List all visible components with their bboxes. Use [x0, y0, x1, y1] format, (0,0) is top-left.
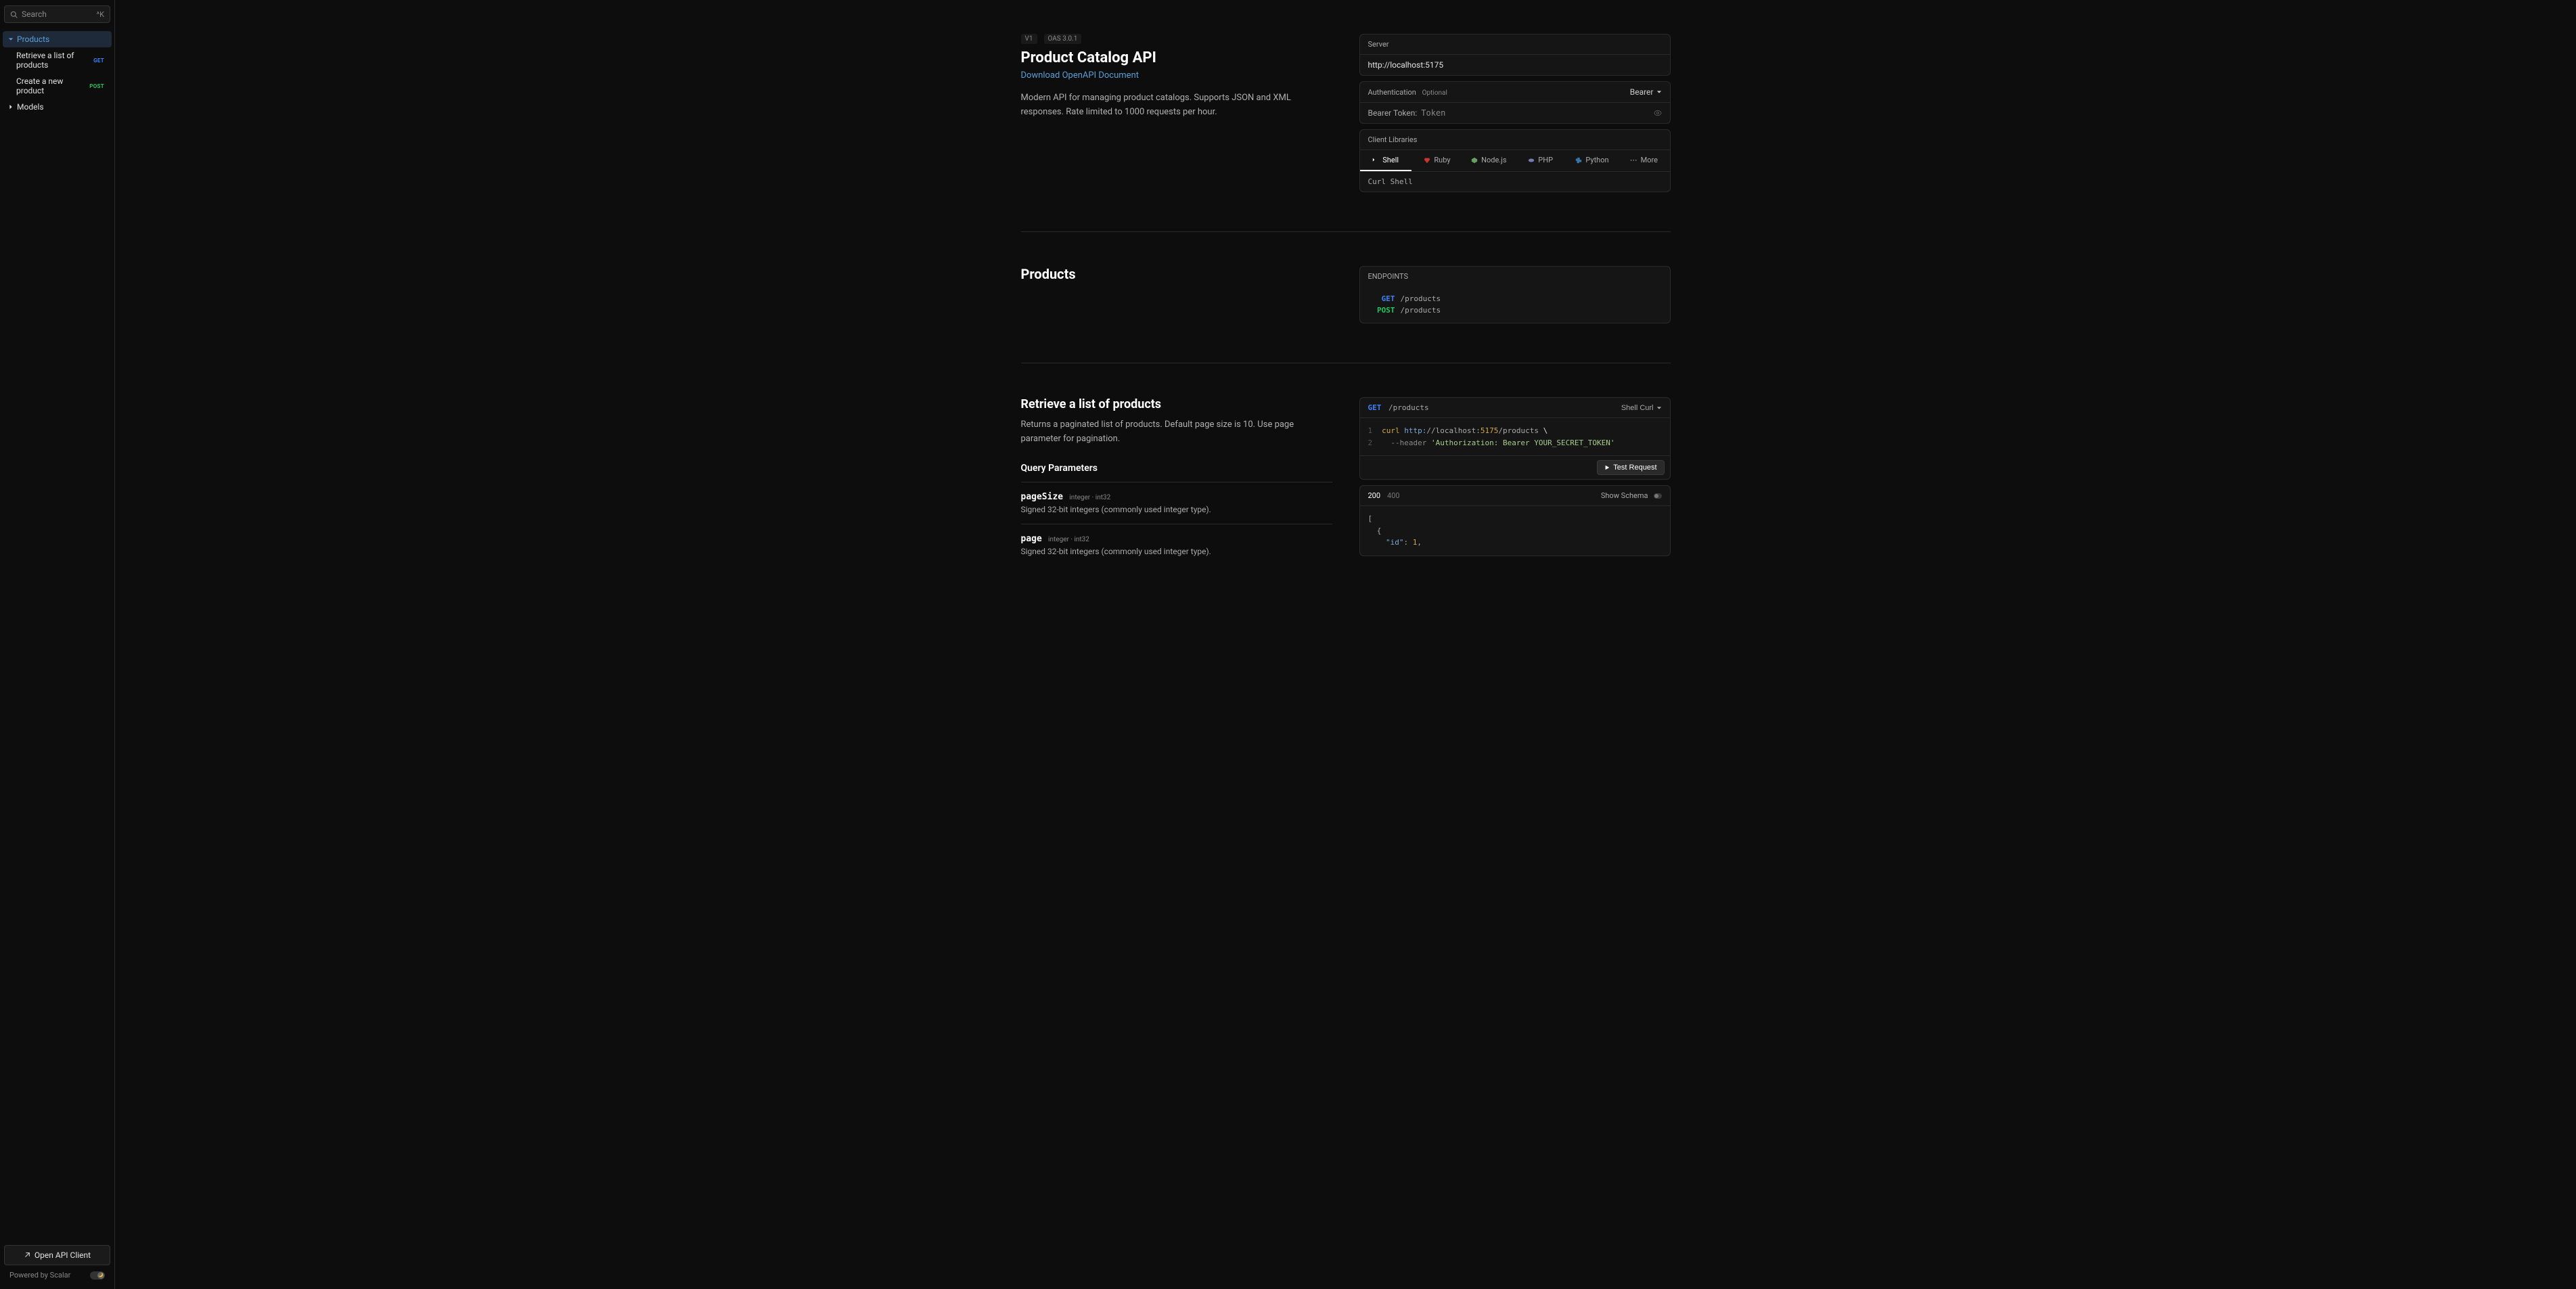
page-title: Product Catalog API [1021, 49, 1332, 66]
sidebar-item-retrieve-products[interactable]: Retrieve a list of products GET [3, 47, 112, 73]
curl-shell-label: Curl Shell [1360, 171, 1670, 191]
tab-more[interactable]: ⋯ More [1618, 150, 1669, 171]
external-link-icon [24, 1252, 30, 1259]
main-content: V1 OAS 3.0.1 Product Catalog API Downloa… [115, 0, 2576, 1289]
sidebar-item-models[interactable]: Models [3, 99, 112, 115]
auth-label: Authentication [1368, 88, 1416, 97]
auth-optional-tag: Optional [1422, 89, 1447, 97]
eye-icon[interactable] [1654, 109, 1662, 117]
endpoints-panel: ENDPOINTS GET /products POST /products [1359, 266, 1671, 323]
param-name: page [1021, 534, 1042, 544]
response-body: [ { "id": 1, [1360, 505, 1670, 556]
python-icon [1575, 157, 1582, 164]
endpoint-row[interactable]: POST /products [1368, 304, 1662, 316]
endpoints-label: ENDPOINTS [1368, 272, 1409, 281]
oas-badge: OAS 3.0.1 [1044, 34, 1082, 44]
endpoint-row[interactable]: GET /products [1368, 293, 1662, 304]
open-api-client-button[interactable]: Open API Client [4, 1245, 110, 1265]
powered-by-label: Powered by Scalar [9, 1271, 70, 1280]
show-schema-toggle[interactable] [1654, 493, 1662, 499]
server-label: Server [1368, 40, 1389, 49]
sidebar: Search ^K Products Retrieve a list of pr… [0, 0, 115, 1289]
api-description: Modern API for managing product catalogs… [1021, 91, 1332, 120]
chevron-down-icon [8, 37, 14, 42]
param-name: pageSize [1021, 492, 1064, 502]
tab-ruby[interactable]: Ruby [1411, 150, 1463, 171]
play-icon [1604, 465, 1610, 470]
open-client-label: Open API Client [35, 1250, 91, 1260]
moon-icon: 🌙 [97, 1272, 104, 1279]
request-method: GET [1368, 403, 1382, 412]
server-panel: Server http://localhost:5175 [1359, 34, 1671, 76]
request-code-panel: GET /products Shell Curl 1 curl http://l… [1359, 397, 1671, 480]
ruby-icon [1424, 157, 1430, 164]
token-label: Bearer Token: [1368, 108, 1418, 118]
response-code-tab[interactable]: 200 [1368, 491, 1381, 500]
response-code-tab[interactable]: 400 [1387, 491, 1400, 500]
version-badge: V1 [1021, 34, 1037, 44]
query-params-heading: Query Parameters [1021, 463, 1332, 474]
param-row: pageSize integer · int32 Signed 32-bit i… [1021, 482, 1332, 524]
auth-scheme-select[interactable]: Bearer [1630, 87, 1662, 97]
tab-nodejs[interactable]: Node.js [1463, 150, 1514, 171]
sidebar-item-label: Retrieve a list of products [16, 51, 88, 70]
code-block[interactable]: 1 curl http://localhost:5175/products \ … [1360, 417, 1670, 455]
param-row: page integer · int32 Signed 32-bit integ… [1021, 524, 1332, 566]
code-lang-select[interactable]: Shell Curl [1621, 404, 1662, 412]
param-description: Signed 32-bit integers (commonly used in… [1021, 505, 1332, 514]
client-libraries-label: Client Libraries [1368, 135, 1418, 144]
sidebar-item-products[interactable]: Products [3, 31, 112, 47]
download-openapi-link[interactable]: Download OpenAPI Document [1021, 70, 1139, 81]
theme-toggle[interactable]: 🌙 [90, 1271, 105, 1280]
test-request-button[interactable]: Test Request [1597, 460, 1664, 475]
tab-shell[interactable]: Shell [1360, 150, 1411, 171]
show-schema-label: Show Schema [1601, 491, 1648, 500]
chevron-down-icon [1656, 405, 1662, 411]
nodejs-icon [1471, 157, 1478, 164]
operation-description: Returns a paginated list of products. De… [1021, 418, 1332, 447]
server-url: http://localhost:5175 [1368, 60, 1444, 70]
response-panel: 200 400 Show Schema [ { "id": 1, [1359, 485, 1671, 556]
tab-python[interactable]: Python [1566, 150, 1618, 171]
endpoint-path: /products [1401, 306, 1441, 315]
search-input[interactable]: Search ^K [4, 5, 110, 23]
sidebar-item-label: Create a new product [16, 76, 84, 95]
method-badge-get: GET [91, 57, 106, 64]
request-path: /products [1388, 403, 1429, 412]
terminal-icon [1372, 157, 1379, 164]
endpoint-method: POST [1368, 306, 1395, 315]
endpoint-path: /products [1401, 294, 1441, 303]
tab-php[interactable]: PHP [1514, 150, 1566, 171]
sidebar-item-label: Models [17, 102, 44, 112]
products-section-title: Products [1021, 266, 1332, 282]
token-placeholder: Token [1421, 108, 1445, 118]
sidebar-item-create-product[interactable]: Create a new product POST [3, 73, 112, 99]
method-badge-post: POST [87, 83, 106, 90]
php-icon [1528, 157, 1535, 164]
nav: Products Retrieve a list of products GET… [0, 28, 114, 1241]
chevron-right-icon [8, 104, 14, 110]
search-icon [10, 11, 18, 18]
auth-panel: Authentication Optional Bearer Bearer To… [1359, 81, 1671, 124]
search-shortcut: ^K [97, 10, 105, 19]
param-type: integer · int32 [1048, 536, 1089, 543]
ellipsis-icon: ⋯ [1630, 156, 1637, 164]
chevron-down-icon [1656, 89, 1662, 95]
server-url-input[interactable]: http://localhost:5175 [1360, 54, 1670, 75]
sidebar-item-label: Products [17, 35, 49, 44]
endpoint-method: GET [1368, 294, 1395, 303]
client-libraries-panel: Client Libraries Shell Ruby Node.js [1359, 129, 1671, 192]
param-type: integer · int32 [1069, 494, 1110, 501]
param-description: Signed 32-bit integers (commonly used in… [1021, 547, 1332, 556]
operation-title: Retrieve a list of products [1021, 397, 1332, 411]
bearer-token-input[interactable]: Bearer Token: Token [1360, 102, 1670, 123]
search-placeholder: Search [22, 9, 47, 19]
